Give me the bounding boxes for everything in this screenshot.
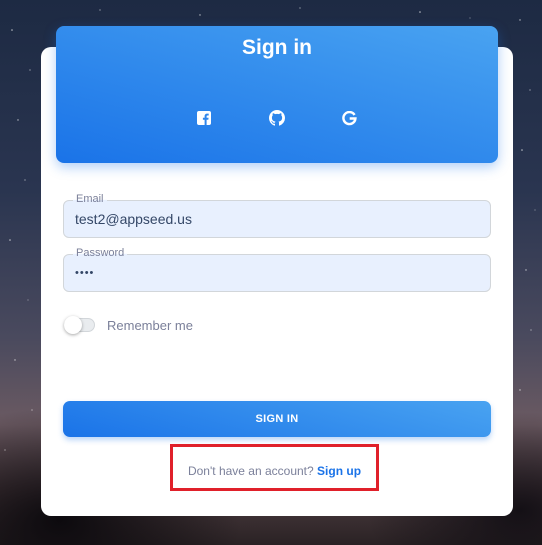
google-icon: [341, 110, 357, 125]
signup-prompt-text: Don't have an account?: [187, 464, 314, 478]
toggle-knob: [64, 316, 82, 334]
sign-in-button[interactable]: SIGN IN: [63, 401, 491, 437]
sign-up-link[interactable]: Sign up: [317, 464, 361, 478]
facebook-button[interactable]: [194, 108, 214, 128]
card-header: Sign in: [56, 26, 498, 163]
remember-me-label[interactable]: Remember me: [107, 318, 193, 333]
github-button[interactable]: [267, 108, 287, 128]
email-label: Email: [73, 192, 107, 206]
password-input[interactable]: ••••: [75, 267, 94, 279]
email-input[interactable]: test2@appseed.us: [75, 211, 192, 227]
facebook-icon: [197, 111, 211, 125]
github-icon: [269, 110, 285, 126]
password-label: Password: [73, 246, 128, 260]
signup-prompt: Don't have an account? Sign up: [170, 464, 379, 478]
page-title: Sign in: [242, 36, 312, 59]
google-button[interactable]: [339, 108, 359, 128]
password-field[interactable]: Password ••••: [63, 246, 491, 292]
email-field[interactable]: Email test2@appseed.us: [63, 192, 491, 238]
remember-me-toggle[interactable]: [64, 316, 95, 334]
